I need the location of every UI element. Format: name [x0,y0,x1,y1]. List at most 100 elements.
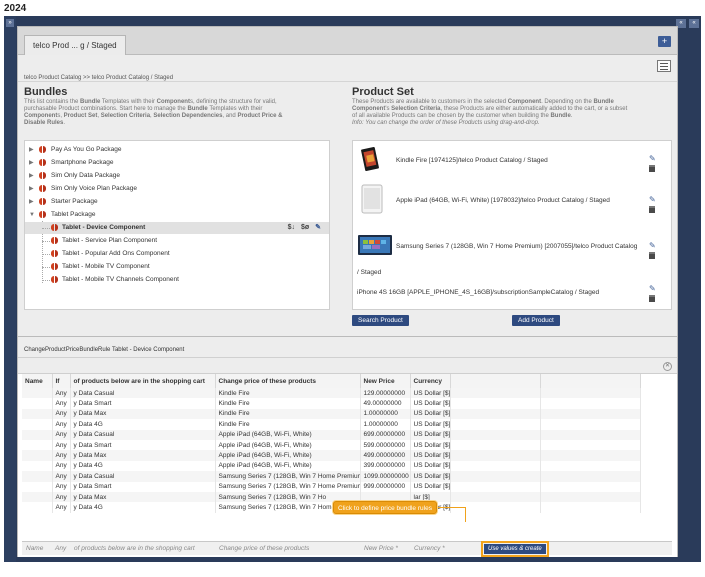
use-values-create-button[interactable]: Use values & create [481,541,549,557]
edit-icon[interactable]: ✎ [649,242,656,250]
cell-name [22,471,53,482]
trash-icon[interactable] [649,206,655,213]
tooltip-connector [465,507,466,522]
cell-new-price: 129.00000000 [360,388,411,399]
expand-arrow-icon[interactable]: ▶ [29,170,34,182]
product-label: Kindle Fire [1974125]/telco Product Cata… [396,157,548,164]
product-set-title: Product Set [352,86,414,98]
col-header-name[interactable]: Name [22,374,53,388]
new-change-price-field[interactable]: Change price of these products [219,545,309,552]
cell-empty [540,481,641,492]
table-row[interactable]: Any y Data Max Kindle Fire 1.00000000 US Dol… [22,408,641,420]
expand-arrow-icon[interactable]: ▶ [29,183,34,195]
table-row[interactable]: Any y Data Smart Apple iPad (64GB, Wi-Fi, … [22,439,641,451]
col-header-new-price[interactable]: New Price [360,374,411,388]
new-name-field[interactable]: Name [26,545,43,552]
divider [18,336,677,337]
tab-catalog[interactable]: telco Prod ... g / Staged [24,35,126,55]
col-header-if[interactable]: If [52,374,71,388]
add-product-button[interactable]: Add Product [512,315,560,326]
col-header-change-price[interactable]: Change price of these products [215,374,361,388]
cell-empty [540,471,641,482]
trash-icon[interactable] [649,295,655,302]
trash-icon[interactable] [649,252,655,259]
cell-currency: US Dollar [$] [410,481,451,492]
tree-item-tablet-package[interactable]: ▼ Tablet Package [25,209,329,221]
product-desc-line: of all available Products can be chosen … [352,113,573,119]
collapse-arrow-icon[interactable]: ▼ [29,209,35,221]
tree-item-pay-as-you-go[interactable]: ▶ Pay As You Go Package [25,144,329,156]
tree-item-smartphone[interactable]: ▶ Smartphone Package [25,157,329,169]
table-row[interactable]: Any y Data Casual Apple iPad (64GB, Wi-Fi,… [22,429,641,440]
table-row[interactable]: Any y Data Max Samsung Series 7 (128GB, Wi… [22,491,641,503]
bundles-description: This list contains the Bundle Templates … [24,99,282,127]
table-row[interactable]: Any y Data Smart Kindle Fire 49.00000000 US … [22,398,641,409]
tooltip: Click to define price bundle rules [333,501,437,514]
table-row[interactable]: Any y Data 4G Samsung Series 7 (128GB, Win… [22,502,641,513]
price-rule-icon[interactable]: $↓ [288,224,295,231]
bundles-desc-line: This list contains the Bundle Templates … [24,99,277,105]
cell-if: Any [52,471,71,482]
expand-left-icon[interactable]: » [6,19,14,27]
cell-empty [450,419,541,430]
cell-of-products: y Data Casual [70,471,216,482]
cell-currency: US Dollar [$] [410,419,451,430]
cell-empty [540,450,641,461]
table-row[interactable]: Any y Data Smart Samsung Series 7 (128GB, … [22,481,641,492]
tree-item-starter[interactable]: ▶ Starter Package [25,196,329,208]
new-rule-row[interactable]: Name Any of products below are in the sh… [22,541,672,557]
collapse-right-icon-2[interactable]: « [689,19,699,28]
table-row[interactable]: Any y Data Max Apple iPad (64GB, Wi-Fi, Wh… [22,450,641,461]
tree-item-sim-only-voice[interactable]: ▶ Sim Only Voice Plan Package [25,183,329,195]
edit-icon[interactable]: ✎ [315,224,321,231]
cell-if: Any [52,491,71,503]
trash-icon[interactable] [649,165,655,172]
disable-rule-icon[interactable]: $ø [301,224,309,231]
expand-arrow-icon[interactable]: ▶ [29,144,34,156]
product-label: iPhone 4S 16GB [APPLE_IPHONE_4S_16GB]/su… [357,289,600,296]
close-icon[interactable]: ✕ [663,362,672,371]
new-price-field[interactable]: New Price * [364,545,398,552]
col-header-currency[interactable]: Currency [410,374,451,388]
tree-item-label: Pay As You Go Package [51,146,122,153]
table-row[interactable]: Any y Data Casual Samsung Series 7 (128GB,… [22,471,641,482]
tree-item-tablet-popular-add-ons[interactable]: Tablet - Popular Add Ons Component [25,248,329,260]
search-product-button[interactable]: Search Product [352,315,409,326]
left-collapse-bar: » [4,16,16,562]
rules-grid: Name If of products below are in the sho… [22,374,641,513]
package-icon [39,146,46,153]
cell-if: Any [52,408,71,420]
col-header-of-products[interactable]: of products below are in the shopping ca… [70,374,216,388]
table-row[interactable]: Any y Data 4G Apple iPad (64GB, Wi-Fi, Whi… [22,460,641,472]
tree-item-tablet-device[interactable]: Tablet - Device Component $↓ $ø ✎ [25,222,329,234]
tree-item-tablet-mobile-tv[interactable]: Tablet - Mobile TV Component [25,261,329,273]
add-tab-icon[interactable]: + [658,36,671,47]
table-body: Any y Data Casual Kindle Fire 129.00000000 U… [22,388,641,513]
edit-icon[interactable]: ✎ [649,196,656,204]
cell-empty [450,439,541,451]
cell-of-products: y Data Max [70,450,216,461]
cell-empty [540,398,641,409]
tree-item-tablet-service-plan[interactable]: Tablet - Service Plan Component [25,235,329,247]
table-row[interactable]: Any y Data Casual Kindle Fire 129.00000000 U… [22,388,641,399]
expand-arrow-icon[interactable]: ▶ [29,196,34,208]
cell-empty [540,388,641,399]
package-icon [39,185,46,192]
cell-if: Any [52,419,71,430]
cell-name [22,460,53,472]
cell-currency: US Dollar [$] [410,439,451,451]
tree-item-label: Tablet - Popular Add Ons Component [62,250,170,257]
edit-icon[interactable]: ✎ [649,155,656,163]
tree-item-tablet-mobile-tv-channels[interactable]: Tablet - Mobile TV Channels Component [25,274,329,286]
package-icon [39,198,46,205]
menu-icon[interactable] [657,60,671,72]
new-if-field[interactable]: Any [55,545,66,552]
edit-icon[interactable]: ✎ [649,285,656,293]
cell-empty [540,429,641,440]
tree-item-sim-only-data[interactable]: ▶ Sim Only Data Package [25,170,329,182]
new-currency-field[interactable]: Currency * [414,545,445,552]
new-of-products-field[interactable]: of products below are in the shopping ca… [74,545,195,552]
product-desc-line: These Products are available to customer… [352,99,614,105]
expand-arrow-icon[interactable]: ▶ [29,157,34,169]
table-row[interactable]: Any y Data 4G Kindle Fire 1.00000000 US Doll… [22,419,641,430]
